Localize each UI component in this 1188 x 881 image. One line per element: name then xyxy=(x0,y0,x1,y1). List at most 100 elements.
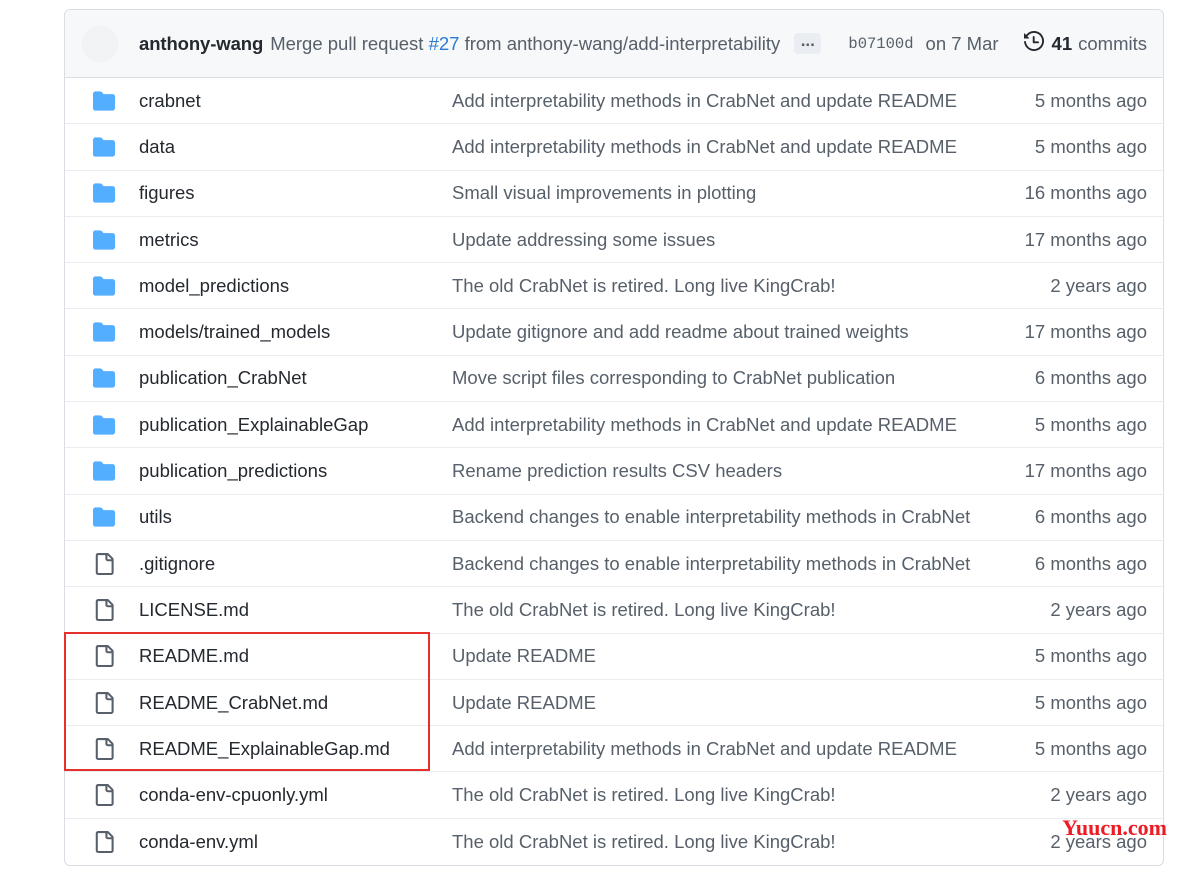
last-commit-time: 16 months ago xyxy=(1024,182,1147,204)
last-commit-time: 6 months ago xyxy=(1034,367,1147,389)
commit-message-link[interactable]: The old CrabNet is retired. Long live Ki… xyxy=(452,275,1034,297)
commit-message-prefix: Merge pull request xyxy=(270,32,429,54)
pull-request-link[interactable]: #27 xyxy=(429,33,460,54)
commit-message-link[interactable]: Add interpretability methods in CrabNet … xyxy=(452,90,1019,112)
folder-icon xyxy=(93,506,121,528)
last-commit-time: 5 months ago xyxy=(1034,89,1147,111)
file-name-link[interactable]: .gitignore xyxy=(139,553,452,575)
table-row[interactable]: model_predictions The old CrabNet is reti… xyxy=(65,263,1163,310)
commit-message-link[interactable]: Update addressing some issues xyxy=(452,229,1009,251)
folder-icon xyxy=(93,182,121,204)
folder-icon xyxy=(93,229,121,251)
folder-name-link[interactable]: model_predictions xyxy=(139,275,452,297)
last-commit-time: 2 years ago xyxy=(1050,598,1147,620)
commit-message-link[interactable]: The old CrabNet is retired. Long live Ki… xyxy=(452,831,1034,853)
last-commit-time: 5 months ago xyxy=(1034,413,1147,435)
file-name-link[interactable]: README_ExplainableGap.md xyxy=(139,738,452,760)
commit-message-link[interactable]: Add interpretability methods in CrabNet … xyxy=(452,136,1019,158)
commit-author-name[interactable]: anthony-wang xyxy=(139,33,263,55)
file-icon xyxy=(93,784,121,807)
last-commit-time: 5 months ago xyxy=(1034,645,1147,667)
file-name-link[interactable]: conda-env-cpuonly.yml xyxy=(139,784,452,806)
last-commit-time: 2 years ago xyxy=(1050,784,1147,806)
folder-icon xyxy=(93,321,121,343)
last-commit-time: 17 months ago xyxy=(1024,228,1147,250)
table-row[interactable]: .gitignore Backend changes to enable inte… xyxy=(65,541,1163,588)
last-commit-time: 17 months ago xyxy=(1024,321,1147,343)
repository-file-table: anthony-wang Merge pull request #27 from… xyxy=(64,9,1164,867)
folder-name-link[interactable]: models/trained_models xyxy=(139,321,452,343)
commit-message-link[interactable]: The old CrabNet is retired. Long live Ki… xyxy=(452,599,1034,621)
folder-name-link[interactable]: data xyxy=(139,136,452,158)
last-commit-time: 2 years ago xyxy=(1050,274,1147,296)
folder-icon xyxy=(93,460,121,482)
page-root: anthony-wang Merge pull request #27 from… xyxy=(0,0,1188,881)
file-icon xyxy=(93,691,121,714)
last-commit-time: 5 months ago xyxy=(1034,691,1147,713)
folder-name-link[interactable]: publication_ExplainableGap xyxy=(139,414,452,436)
file-name-link[interactable]: LICENSE.md xyxy=(139,599,452,621)
file-icon xyxy=(93,598,121,621)
watermark: Yuucn.com xyxy=(1062,815,1167,840)
commit-message-link[interactable]: Add interpretability methods in CrabNet … xyxy=(452,738,1019,760)
table-row[interactable]: models/trained_models Update gitignore an… xyxy=(65,309,1163,356)
file-icon xyxy=(93,645,121,668)
commit-message-link[interactable]: Update README xyxy=(452,692,1019,714)
expand-commit-message-button[interactable]: ... xyxy=(794,32,822,54)
folder-name-link[interactable]: publication_CrabNet xyxy=(139,367,452,389)
table-row[interactable]: data Add interpretability methods in Crab… xyxy=(65,124,1163,171)
file-icon xyxy=(93,737,121,760)
last-commit-time: 6 months ago xyxy=(1034,506,1147,528)
commit-message-link[interactable]: Backend changes to enable interpretabili… xyxy=(452,553,1019,575)
folder-icon xyxy=(93,414,121,436)
commit-message-link[interactable]: Backend changes to enable interpretabili… xyxy=(452,506,1019,528)
file-name-link[interactable]: README_CrabNet.md xyxy=(139,692,452,714)
folder-icon xyxy=(93,136,121,158)
table-row[interactable]: LICENSE.md The old CrabNet is retired. Lo… xyxy=(65,587,1163,634)
table-row[interactable]: figures Small visual improvements in plot… xyxy=(65,171,1163,217)
commit-count-label: commits xyxy=(1078,32,1147,54)
table-row[interactable]: conda-env-cpuonly.yml The old CrabNet is … xyxy=(65,772,1163,819)
file-icon xyxy=(93,830,121,853)
folder-name-link[interactable]: utils xyxy=(139,506,452,528)
table-row[interactable]: utils Backend changes to enable interpret… xyxy=(65,495,1163,541)
file-icon xyxy=(93,552,121,575)
folder-name-link[interactable]: publication_predictions xyxy=(139,460,452,482)
folder-icon xyxy=(93,90,121,112)
commit-message-link[interactable]: Move script files corresponding to CrabN… xyxy=(452,367,1019,389)
commit-date: on 7 Mar xyxy=(925,32,999,54)
folder-name-link[interactable]: figures xyxy=(139,182,452,204)
table-row[interactable]: publication_CrabNet Move script files cor… xyxy=(65,356,1163,403)
commit-message-link[interactable]: Add interpretability methods in CrabNet … xyxy=(452,414,1019,436)
commit-sha[interactable]: b07100d xyxy=(848,35,913,53)
last-commit-time: 5 months ago xyxy=(1034,135,1147,157)
folder-name-link[interactable]: crabnet xyxy=(139,90,452,112)
table-row[interactable]: metrics Update addressing some issues 17 m… xyxy=(65,217,1163,264)
commit-count-link[interactable]: 41 commits xyxy=(1023,30,1147,56)
commit-message-link[interactable]: Small visual improvements in plotting xyxy=(452,182,1009,204)
table-row[interactable]: README_ExplainableGap.md Add interpretabi… xyxy=(65,726,1163,773)
commit-message-link[interactable]: Update gitignore and add readme about tr… xyxy=(452,321,1009,343)
last-commit-time: 6 months ago xyxy=(1034,552,1147,574)
commit-message: Merge pull request #27 from anthony-wang… xyxy=(270,33,780,55)
table-row[interactable]: crabnet Add interpretability methods in C… xyxy=(65,78,1163,125)
file-name-link[interactable]: conda-env.yml xyxy=(139,831,452,853)
history-clock-icon xyxy=(1023,30,1044,56)
commit-message-link[interactable]: The old CrabNet is retired. Long live Ki… xyxy=(452,784,1034,806)
avatar[interactable] xyxy=(82,25,118,62)
folder-icon xyxy=(93,367,121,389)
folder-name-link[interactable]: metrics xyxy=(139,229,452,251)
table-row[interactable]: conda-env.yml The old CrabNet is retired.… xyxy=(65,819,1163,865)
commit-message-link[interactable]: Update README xyxy=(452,645,1019,667)
folder-icon xyxy=(93,275,121,297)
last-commit-time: 17 months ago xyxy=(1024,460,1147,482)
file-name-link[interactable]: README.md xyxy=(139,645,452,667)
table-row[interactable]: publication_ExplainableGap Add interpreta… xyxy=(65,402,1163,449)
file-list: crabnet Add interpretability methods in C… xyxy=(65,78,1163,865)
commit-count-number: 41 xyxy=(1051,32,1073,54)
table-row[interactable]: publication_predictions Rename prediction… xyxy=(65,448,1163,495)
latest-commit-header: anthony-wang Merge pull request #27 from… xyxy=(65,10,1163,78)
table-row[interactable]: README.md Update README 5 months ago xyxy=(65,634,1163,680)
table-row[interactable]: README_CrabNet.md Update README 5 months a… xyxy=(65,680,1163,727)
commit-message-link[interactable]: Rename prediction results CSV headers xyxy=(452,460,1009,482)
